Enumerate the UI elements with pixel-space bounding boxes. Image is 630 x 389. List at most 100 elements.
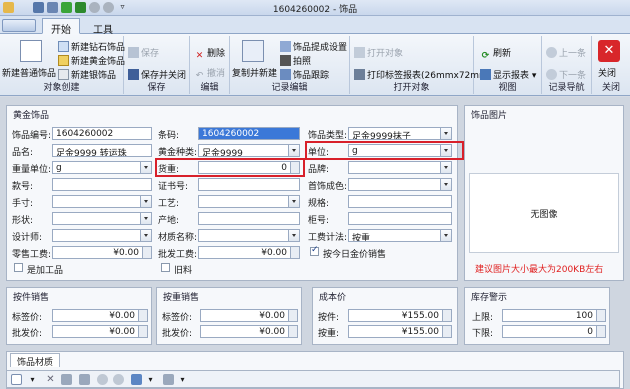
tab-start[interactable]: 开始: [42, 18, 80, 36]
delete-button[interactable]: ✕ 删除: [194, 46, 225, 62]
group-create: 新建普通饰品 新建钻石饰品 新建黄金饰品 新建银饰品 对象创建: [0, 36, 125, 94]
chevron-down-icon[interactable]: [140, 162, 151, 173]
open-object-button[interactable]: 打开对象: [354, 46, 403, 59]
spinner-icon[interactable]: [138, 326, 147, 337]
tab-tools[interactable]: 工具: [84, 18, 122, 36]
style-label: 款号:: [12, 182, 34, 192]
main-area: 黄金饰品 饰品编号: 1604260002 条码: 1604260002 饰品类…: [0, 97, 630, 389]
spec-field[interactable]: [348, 195, 452, 208]
spinner-icon[interactable]: [138, 310, 147, 321]
spec-label: 规格:: [308, 199, 330, 209]
image-placeholder[interactable]: 无图像: [469, 173, 619, 253]
chevron-down-icon[interactable]: ▾: [177, 374, 188, 385]
copy-new-button[interactable]: 复制并新建: [232, 66, 277, 79]
retail-fee-field[interactable]: ¥0.00: [52, 246, 152, 259]
spinner-icon[interactable]: [288, 326, 297, 337]
material-toolbar: ▾ ✕ ▾ ▾: [6, 370, 620, 388]
chevron-down-icon[interactable]: [440, 162, 451, 173]
print-icon[interactable]: [131, 374, 142, 385]
spinner-icon[interactable]: [442, 326, 451, 337]
spinner-icon[interactable]: [288, 310, 297, 321]
color-label: 首饰成色:: [308, 182, 348, 192]
chevron-down-icon[interactable]: [140, 213, 151, 224]
refresh-button[interactable]: ⟳ 刷新: [480, 46, 511, 62]
style-field[interactable]: [52, 178, 152, 191]
delete-icon[interactable]: ✕: [45, 374, 56, 385]
piece-tag-field[interactable]: ¥0.00: [52, 309, 148, 322]
window-title: 1604260002 - 饰品: [272, 5, 358, 15]
filter-icon[interactable]: [163, 374, 174, 385]
new-normal-icon: [20, 40, 42, 62]
chevron-down-icon[interactable]: [140, 230, 151, 241]
new-diamond-button[interactable]: 新建钻石饰品: [58, 40, 125, 53]
chevron-down-icon[interactable]: ▾: [27, 374, 38, 385]
cert-field[interactable]: [198, 178, 300, 191]
shape-select[interactable]: [52, 212, 152, 225]
piece-wholesale-field[interactable]: ¥0.00: [52, 325, 148, 338]
origin-field[interactable]: [198, 212, 300, 225]
cost-piece-field[interactable]: ¥155.00: [348, 309, 452, 322]
brand-select[interactable]: [348, 161, 452, 174]
list-icon[interactable]: [79, 374, 90, 385]
new-icon[interactable]: [11, 374, 22, 385]
chevron-down-icon[interactable]: [440, 179, 451, 190]
daily-price-checkbox[interactable]: [310, 245, 319, 256]
material-select[interactable]: [198, 229, 300, 242]
material-tab[interactable]: 饰品材质: [10, 353, 61, 368]
chevron-down-icon[interactable]: [440, 128, 451, 139]
designer-select[interactable]: [52, 229, 152, 242]
craft-select[interactable]: [198, 195, 300, 208]
gold-type-select[interactable]: 足金9999: [198, 144, 300, 157]
weight-tag-label: 标签价:: [162, 313, 193, 323]
chevron-down-icon[interactable]: [288, 196, 299, 207]
cost-weight-field[interactable]: ¥155.00: [348, 325, 452, 338]
barcode-label: 条码:: [158, 131, 180, 141]
app-menu-button[interactable]: [2, 19, 36, 32]
settings-icon: [280, 41, 291, 52]
chevron-down-icon[interactable]: [288, 230, 299, 241]
spinner-icon[interactable]: [596, 310, 605, 321]
fee-method-select[interactable]: 按重: [348, 229, 452, 242]
edit-icon[interactable]: [61, 374, 72, 385]
weight-tag-field[interactable]: ¥0.00: [200, 309, 298, 322]
chevron-down-icon[interactable]: [288, 145, 299, 156]
prev-record-button[interactable]: 上一条: [546, 46, 586, 59]
processed-checkbox[interactable]: [14, 263, 23, 272]
code-field[interactable]: 1604260002: [52, 127, 152, 140]
lower-field[interactable]: 0: [502, 325, 606, 338]
save-button[interactable]: 保存: [128, 46, 159, 59]
old-material-checkbox[interactable]: [161, 263, 170, 272]
commission-settings-button[interactable]: 饰品提成设置: [280, 40, 347, 53]
wholesale-fee-field[interactable]: ¥0.00: [198, 246, 300, 259]
upper-field[interactable]: 100: [502, 309, 606, 322]
chevron-down-icon[interactable]: [140, 196, 151, 207]
spinner-icon[interactable]: [596, 326, 605, 337]
spinner-icon[interactable]: [142, 247, 151, 258]
weight-unit-label: 重量单位:: [12, 165, 52, 175]
spinner-icon[interactable]: [290, 247, 299, 258]
image-size-hint: 建议图片大小最大为200KB左右: [475, 265, 604, 275]
spinner-icon[interactable]: [442, 310, 451, 321]
camera-icon: [280, 55, 291, 66]
size-select[interactable]: [52, 195, 152, 208]
type-select[interactable]: 足金9999抹子: [348, 127, 452, 140]
next-icon[interactable]: [113, 374, 124, 385]
weight-wholesale-field[interactable]: ¥0.00: [200, 325, 298, 338]
weight-unit-select[interactable]: g: [52, 161, 152, 174]
close-button[interactable]: 关闭: [598, 66, 616, 79]
chevron-down-icon[interactable]: ▾: [145, 374, 156, 385]
new-gold-button[interactable]: 新建黄金饰品: [58, 54, 125, 67]
chevron-down-icon[interactable]: [440, 230, 451, 241]
name-label: 品名:: [12, 148, 34, 158]
cabinet-field[interactable]: [348, 212, 452, 225]
lower-label: 下限:: [472, 329, 494, 339]
new-normal-button[interactable]: 新建普通饰品: [2, 66, 56, 79]
piece-wholesale-label: 批发价:: [12, 329, 43, 339]
barcode-field[interactable]: 1604260002: [198, 127, 300, 140]
silver-icon: [58, 69, 69, 80]
prev-icon[interactable]: [97, 374, 108, 385]
color-select[interactable]: [348, 178, 452, 191]
weight-wholesale-label: 批发价:: [162, 329, 193, 339]
name-field[interactable]: 足金9999 转运珠: [52, 144, 152, 157]
photo-button[interactable]: 拍照: [280, 54, 311, 67]
